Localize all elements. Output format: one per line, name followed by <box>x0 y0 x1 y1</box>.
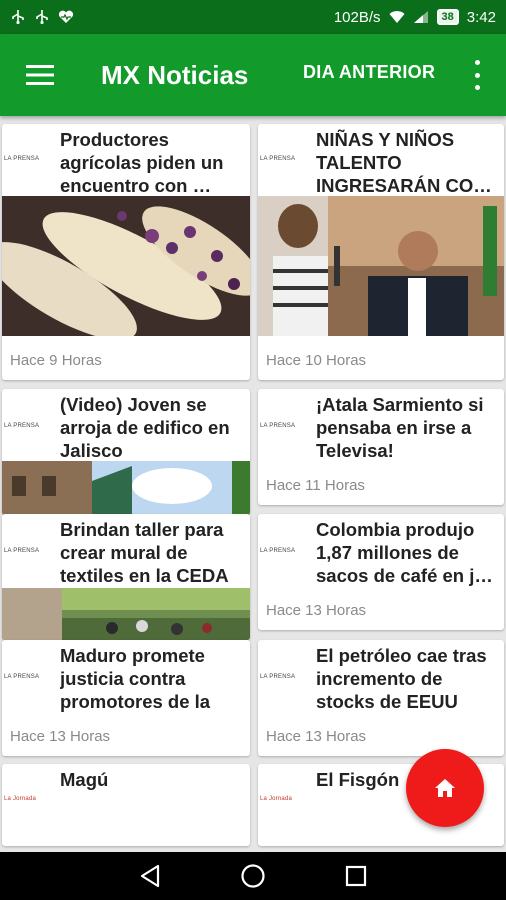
news-time: Hace 13 Horas <box>10 728 111 745</box>
status-time: 3:42 <box>466 8 496 26</box>
overflow-dot <box>474 85 480 90</box>
home-fab-button[interactable] <box>406 749 484 827</box>
news-card[interactable]: LA PRENSA ¡Atala Sarmiento si pensaba en… <box>258 389 504 505</box>
overflow-menu-icon <box>474 60 480 65</box>
home-circle-icon[interactable] <box>240 863 266 889</box>
news-title: Colombia produjo 1,87 millones de sacos … <box>316 519 493 586</box>
system-nav-bar <box>0 852 506 900</box>
news-time: Hace 10 Horas <box>266 352 367 369</box>
app-bar: MX Noticias DIA ANTERIOR <box>0 34 506 116</box>
news-time: Hace 13 Horas <box>266 602 367 619</box>
news-card[interactable]: LA PRENSA Brindan taller para crear mura… <box>2 514 250 640</box>
hamburger-menu-icon <box>26 65 54 85</box>
news-time: Hace 13 Horas <box>266 728 367 745</box>
news-card[interactable]: LA PRENSA Maduro promete justicia contra… <box>2 640 250 756</box>
recents-icon[interactable] <box>345 865 367 887</box>
home-icon <box>435 779 455 797</box>
news-title: ¡Atala Sarmiento si pensaba en irse a Te… <box>316 394 484 461</box>
news-title: (Video) Joven se arroja de edifico en Ja… <box>60 394 230 461</box>
wifi-icon <box>389 11 405 23</box>
building-photo <box>2 461 250 515</box>
source-logo: LA PRENSA <box>260 156 296 162</box>
news-card[interactable]: LA PRENSA Productores agrícolas piden un… <box>2 124 250 380</box>
news-title: NIÑAS Y NIÑOS TALENTO INGRESARÁN CO… <box>316 129 492 196</box>
overflow-dot <box>474 72 480 78</box>
source-logo: LA PRENSA <box>4 156 40 162</box>
menu-button[interactable] <box>0 34 80 116</box>
news-card[interactable]: LA PRENSA El petróleo cae tras increment… <box>258 640 504 756</box>
source-logo: LA PRENSA <box>4 423 40 429</box>
news-card[interactable]: LA PRENSA Colombia produjo 1,87 millones… <box>258 514 504 630</box>
source-logo: La Jornada <box>4 796 37 802</box>
corn-photo <box>2 196 250 336</box>
news-image <box>2 461 250 515</box>
back-icon[interactable] <box>139 864 161 888</box>
source-logo: LA PRENSA <box>4 674 40 680</box>
news-time: Hace 11 Horas <box>266 477 365 494</box>
signal-icon <box>413 11 428 23</box>
event-photo <box>258 196 504 336</box>
source-logo: LA PRENSA <box>260 674 296 680</box>
news-card[interactable]: La Jornada Magú <box>2 764 250 846</box>
usb-icon <box>12 10 24 24</box>
battery-icon: 38 <box>436 9 459 25</box>
news-title: Magú <box>60 769 109 790</box>
source-logo: LA PRENSA <box>260 548 296 554</box>
app-title: MX Noticias <box>101 59 249 90</box>
usb-debug-icon <box>36 10 48 24</box>
street-photo <box>2 588 250 640</box>
news-image <box>2 588 250 640</box>
source-logo: LA PRENSA <box>260 423 296 429</box>
source-logo: LA PRENSA <box>4 548 40 554</box>
news-card[interactable]: LA PRENSA (Video) Joven se arroja de edi… <box>2 389 250 515</box>
previous-day-button[interactable]: DIA ANTERIOR <box>303 62 435 83</box>
news-title: Maduro promete justicia contra promotore… <box>60 645 211 712</box>
news-title: El petróleo cae tras incremento de stock… <box>316 645 487 712</box>
news-title: Brindan taller para crear mural de texti… <box>60 519 229 586</box>
news-time: Hace 9 Horas <box>10 352 102 369</box>
health-icon <box>58 10 74 23</box>
news-image <box>258 196 504 336</box>
news-card[interactable]: LA PRENSA NIÑAS Y NIÑOS TALENTO INGRESAR… <box>258 124 504 380</box>
network-speed: 102B/s <box>333 8 381 26</box>
news-image <box>2 196 250 336</box>
status-bar: 102B/s 38 3:42 <box>0 0 506 34</box>
source-logo: La Jornada <box>260 796 293 802</box>
overflow-menu-button[interactable] <box>470 60 484 90</box>
news-title: Productores agrícolas piden un encuentro… <box>60 129 224 196</box>
